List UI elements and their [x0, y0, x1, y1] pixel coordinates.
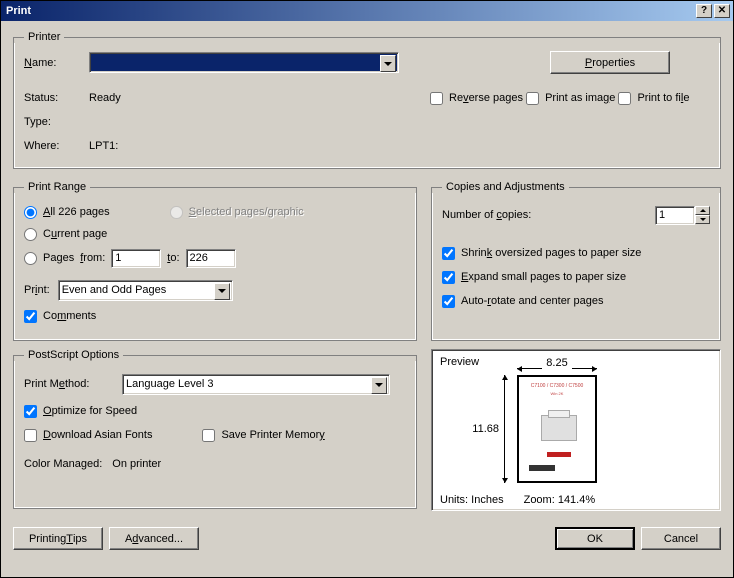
units-label: Units: Inches [440, 494, 504, 506]
print-range-group: Print Range All 226 pages Selected pages… [13, 181, 417, 341]
close-button[interactable]: ✕ [714, 4, 730, 18]
expand-checkbox[interactable] [442, 271, 455, 284]
print-subset-label: Print: [24, 284, 50, 296]
postscript-group: PostScript Options Print Method: Languag… [13, 349, 417, 509]
print-to-file-label: Print to file [637, 92, 689, 104]
preview-area: 8.25 11.68 C7100 / C7300 / C7500 Win 2K [517, 375, 597, 483]
num-copies-spinner[interactable] [655, 206, 710, 225]
printer-icon [541, 415, 577, 441]
comments-checkbox[interactable] [24, 310, 37, 323]
optimize-speed-checkbox[interactable] [24, 405, 37, 418]
spin-up-icon[interactable] [695, 206, 710, 215]
window-title: Print [4, 5, 694, 17]
ok-button[interactable]: OK [555, 527, 635, 550]
properties-button[interactable]: Properties [550, 51, 670, 74]
preview-height-dim: 11.68 [469, 375, 509, 483]
print-method-combo[interactable]: Language Level 3 [122, 374, 390, 395]
status-value: Ready [89, 92, 121, 104]
print-method-value: Language Level 3 [126, 378, 213, 390]
color-managed-value: On printer [112, 458, 161, 470]
asian-fonts-checkbox[interactable] [24, 429, 37, 442]
rotate-checkbox[interactable] [442, 295, 455, 308]
selected-pages-radio [170, 206, 183, 219]
dialog-footer: Printing Tips Advanced... OK Cancel [1, 523, 733, 560]
pages-radio-label[interactable]: Pages [24, 252, 74, 265]
print-to-file-checkbox[interactable] [618, 92, 631, 105]
name-label: Name: [24, 57, 89, 69]
where-value: LPT1: [89, 140, 118, 152]
help-button[interactable]: ? [696, 4, 712, 18]
from-input[interactable] [111, 249, 161, 268]
preview-width-value: 8.25 [542, 357, 571, 369]
reverse-pages-checkbox[interactable] [430, 92, 443, 105]
expand-label: Expand small pages to paper size [461, 271, 626, 283]
spin-down-icon[interactable] [695, 215, 710, 224]
save-memory-checkbox[interactable] [202, 429, 215, 442]
preview-width-dim: 8.25 [517, 357, 597, 369]
num-copies-input[interactable] [655, 206, 695, 225]
print-range-legend: Print Range [24, 181, 90, 193]
printer-name-combo[interactable] [89, 52, 399, 73]
selected-pages-radio-label: Selected pages/graphic [170, 206, 304, 219]
to-label: to: [167, 252, 179, 264]
current-page-radio[interactable] [24, 228, 37, 241]
to-input[interactable] [186, 249, 236, 268]
chevron-down-icon[interactable] [380, 55, 396, 72]
all-pages-radio[interactable] [24, 206, 37, 219]
copies-group: Copies and Adjustments Number of copies: [431, 181, 721, 341]
num-copies-label: Number of copies: [442, 209, 531, 221]
print-dialog: Print ? ✕ Printer Name: Properties Statu… [0, 0, 734, 578]
zoom-label: Zoom: 141.4% [524, 494, 596, 506]
rotate-label: Auto-rotate and center pages [461, 295, 604, 307]
chevron-down-icon[interactable] [214, 283, 230, 300]
printing-tips-button[interactable]: Printing Tips [13, 527, 103, 550]
optimize-speed-label: Optimize for Speed [43, 405, 137, 417]
shrink-label: Shrink oversized pages to paper size [461, 247, 641, 259]
print-as-image-checkbox[interactable] [526, 92, 539, 105]
print-subset-value: Even and Odd Pages [62, 284, 167, 296]
type-label: Type: [24, 116, 89, 128]
color-managed-label: Color Managed: [24, 458, 102, 470]
save-memory-label[interactable]: Save Printer Memory [202, 429, 324, 442]
advanced-button[interactable]: Advanced... [109, 527, 199, 550]
status-label: Status: [24, 92, 89, 104]
print-subset-combo[interactable]: Even and Odd Pages [58, 280, 233, 301]
where-label: Where: [24, 140, 89, 152]
current-page-radio-label[interactable]: Current page [24, 228, 107, 241]
from-label: from: [80, 252, 105, 264]
printer-legend: Printer [24, 31, 64, 43]
shrink-checkbox[interactable] [442, 247, 455, 260]
comments-label: Comments [43, 310, 96, 322]
postscript-legend: PostScript Options [24, 349, 123, 361]
all-pages-radio-label[interactable]: All 226 pages [24, 206, 110, 219]
titlebar: Print ? ✕ [1, 1, 733, 21]
printer-group: Printer Name: Properties Status: Ready [13, 31, 721, 169]
copies-legend: Copies and Adjustments [442, 181, 569, 193]
preview-height-value: 11.68 [470, 421, 501, 437]
preview-page: C7100 / C7300 / C7500 Win 2K [517, 375, 597, 483]
asian-fonts-label[interactable]: Download Asian Fonts [24, 429, 152, 442]
pages-radio[interactable] [24, 252, 37, 265]
reverse-pages-label: Reverse pages [449, 92, 523, 104]
chevron-down-icon[interactable] [371, 377, 387, 394]
preview-panel: Preview 8.25 11.68 C7100 / C7300 / C7500 [431, 349, 721, 511]
cancel-button[interactable]: Cancel [641, 527, 721, 550]
print-method-label: Print Method: [24, 378, 114, 390]
print-as-image-label: Print as image [545, 92, 615, 104]
